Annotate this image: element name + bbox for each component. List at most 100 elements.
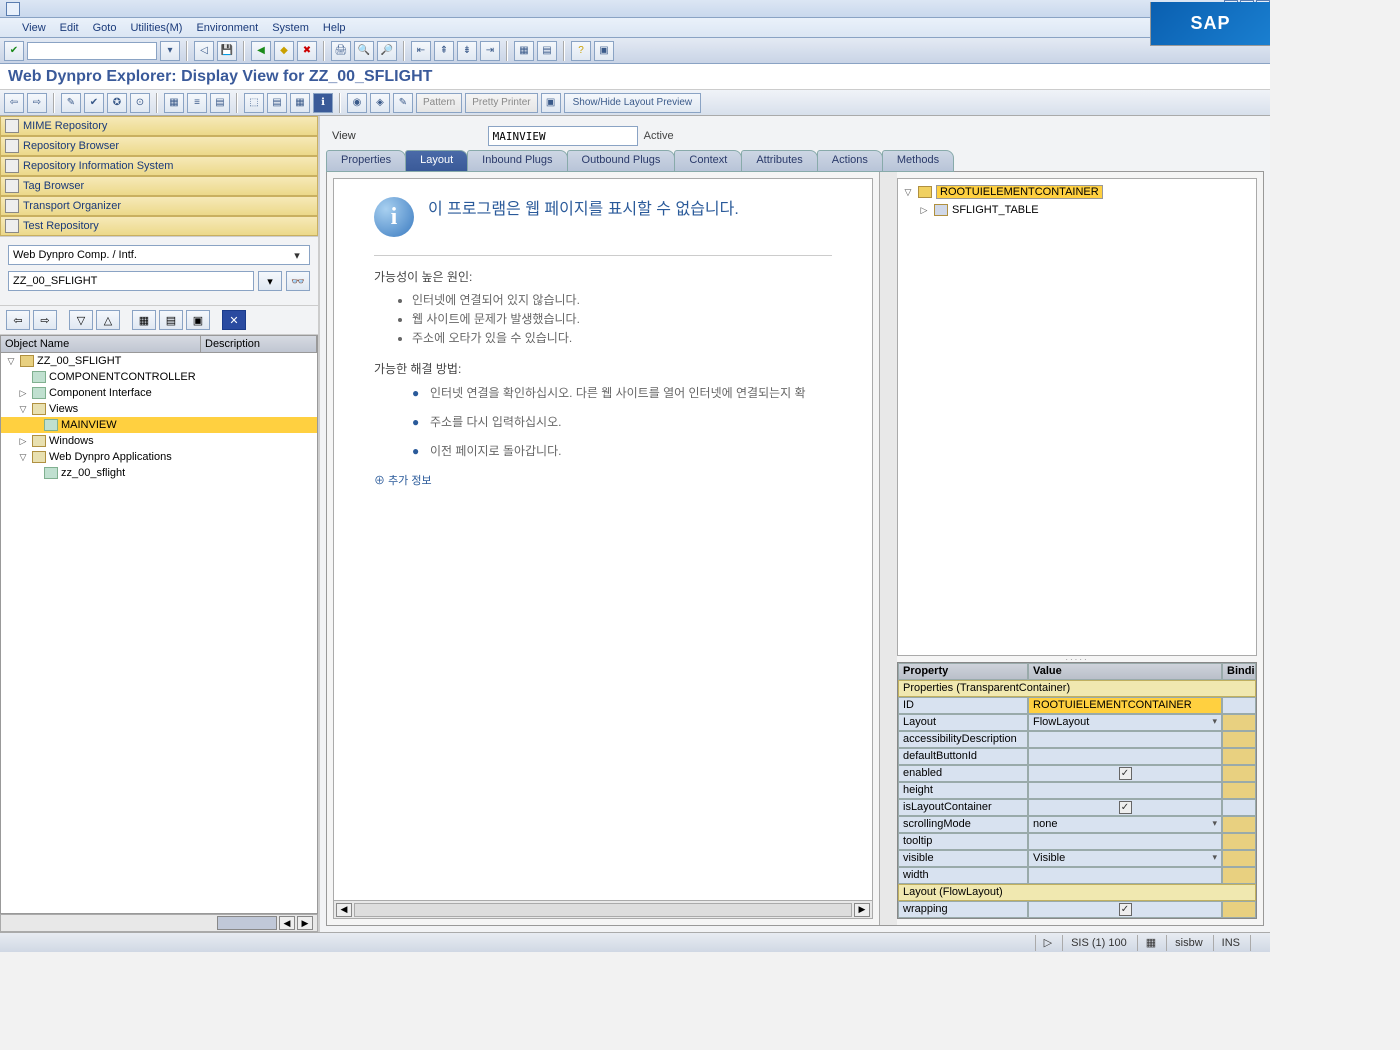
enhance-icon[interactable]: ⬚ [244,93,264,113]
tab-context[interactable]: Context [674,150,742,172]
prop-value[interactable]: FlowLayout▾ [1028,714,1222,731]
twisty-icon[interactable]: ▽ [17,404,29,415]
object-tree[interactable]: ▽ZZ_00_SFLIGHT COMPONENTCONTROLLER ▷Comp… [0,353,318,914]
dropdown-icon[interactable]: ▾ [1212,852,1217,863]
dropdown-icon[interactable]: ▾ [1212,818,1217,829]
twisty-icon[interactable]: ▷ [17,388,29,399]
expand-icon[interactable]: ▽ [69,310,93,330]
twisty-icon[interactable]: ▷ [17,436,29,447]
prop-value[interactable] [1028,867,1222,884]
nav-tag-browser[interactable]: Tag Browser [0,176,318,196]
refresh-icon[interactable]: ▦ [132,310,156,330]
checkbox-icon[interactable]: ✓ [1119,903,1132,916]
property-row[interactable]: IDROOTUIELEMENTCONTAINER [898,697,1256,714]
tree-row-selected[interactable]: MAINVIEW [1,417,317,433]
activate-icon[interactable]: ✪ [107,93,127,113]
tab-outbound-plugs[interactable]: Outbound Plugs [567,150,676,172]
view-name-input[interactable] [488,126,638,146]
prop-value[interactable]: ✓ [1028,799,1222,816]
edit-toggle-icon[interactable]: ✎ [61,93,81,113]
tree-row[interactable]: ▽ZZ_00_SFLIGHT [1,353,317,369]
new-session-icon[interactable]: ▦ [514,41,534,61]
nav-right-icon[interactable]: ⇨ [33,310,57,330]
back-icon[interactable]: 💾 [217,41,237,61]
twisty-icon[interactable]: ▽ [5,356,17,367]
close-icon[interactable]: ✕ [222,310,246,330]
prop-binding[interactable] [1222,901,1256,918]
nav-left-icon[interactable]: ⇦ [6,310,30,330]
menu-view[interactable]: View [22,22,46,34]
prop-binding[interactable] [1222,697,1256,714]
display-icon[interactable]: 👓 [286,271,310,291]
nav-test-repository[interactable]: Test Repository [0,216,318,236]
prop-value[interactable] [1028,731,1222,748]
checkbox-icon[interactable]: ✓ [1119,801,1132,814]
dropdown-icon[interactable]: ▾ [160,41,180,61]
test-icon[interactable]: ⊙ [130,93,150,113]
property-row[interactable]: scrollingModenone▾ [898,816,1256,833]
print-icon[interactable]: 🖨 [331,41,351,61]
nav-back-icon[interactable]: ◀ [251,41,271,61]
last-page-icon[interactable]: ⇥ [480,41,500,61]
prop-value[interactable]: ✓ [1028,901,1222,918]
nav-repository-info[interactable]: Repository Information System [0,156,318,176]
display-icon[interactable]: ▤ [159,310,183,330]
show-hide-layout-button[interactable]: Show/Hide Layout Preview [564,93,702,113]
tab-inbound-plugs[interactable]: Inbound Plugs [467,150,567,172]
object-name-input[interactable]: ZZ_00_SFLIGHT [8,271,254,291]
collapse-icon[interactable]: △ [96,310,120,330]
property-row[interactable]: defaultButtonId [898,748,1256,765]
prop-value[interactable] [1028,748,1222,765]
twisty-icon[interactable]: ▽ [17,452,29,463]
prop-binding[interactable] [1222,867,1256,884]
prop-value[interactable]: none▾ [1028,816,1222,833]
command-field[interactable] [27,42,157,60]
scroll-right-icon[interactable]: ▶ [854,903,870,917]
forward-icon[interactable]: ⇨ [27,93,47,113]
tree-row[interactable]: ▷Component Interface [1,385,317,401]
where-used-icon[interactable]: ▦ [164,93,184,113]
property-row[interactable]: isLayoutContainer✓ [898,799,1256,816]
prop-value[interactable]: ✓ [1028,765,1222,782]
find-next-icon[interactable]: 🔎 [377,41,397,61]
prop-value[interactable] [1028,782,1222,799]
tree-icon[interactable]: ▤ [267,93,287,113]
tab-properties[interactable]: Properties [326,150,406,172]
tab-actions[interactable]: Actions [817,150,883,172]
help-icon[interactable]: ? [571,41,591,61]
property-row[interactable]: tooltip [898,833,1256,850]
tree-row[interactable]: ▷Windows [1,433,317,449]
property-row[interactable]: width [898,867,1256,884]
prop-value[interactable]: Visible▾ [1028,850,1222,867]
menu-utilities[interactable]: Utilities(M) [130,22,182,34]
preview-hscroll[interactable]: ◀▶ [334,900,872,918]
tab-methods[interactable]: Methods [882,150,954,172]
nav-transport-organizer[interactable]: Transport Organizer [0,196,318,216]
pretty-printer-button[interactable]: Pretty Printer [465,93,537,113]
accept-icon[interactable]: ✔ [4,41,24,61]
preview-icon[interactable]: ▣ [541,93,561,113]
menu-help[interactable]: Help [323,22,346,34]
prop-binding[interactable] [1222,833,1256,850]
prop-binding[interactable] [1222,850,1256,867]
property-row[interactable]: visibleVisible▾ [898,850,1256,867]
first-page-icon[interactable]: ⇤ [411,41,431,61]
prev-page-icon[interactable]: ⇞ [434,41,454,61]
element-tree[interactable]: ▽ROOTUIELEMENTCONTAINER ▷SFLIGHT_TABLE [897,178,1257,656]
preview-vscroll[interactable] [879,172,897,925]
tree-scrollbar[interactable]: ◀ ▶ [0,914,318,932]
element-row-selected[interactable]: ▽ROOTUIELEMENTCONTAINER [902,183,1252,201]
back-icon[interactable]: ⇦ [4,93,24,113]
twisty-icon[interactable]: ▽ [902,187,914,198]
next-page-icon[interactable]: ⇟ [457,41,477,61]
tree-row[interactable]: ▽Web Dynpro Applications [1,449,317,465]
scrollbar-thumb[interactable] [354,903,852,917]
prop-value[interactable] [1028,833,1222,850]
dropdown-icon[interactable]: ▾ [1212,716,1217,727]
shortcut-icon[interactable]: ▤ [537,41,557,61]
debug-icon[interactable]: ◈ [370,93,390,113]
other-object-icon[interactable]: ▤ [210,93,230,113]
menu-system[interactable]: System [272,22,309,34]
breakpoint-icon[interactable]: ◉ [347,93,367,113]
wizard-icon[interactable]: ✎ [393,93,413,113]
